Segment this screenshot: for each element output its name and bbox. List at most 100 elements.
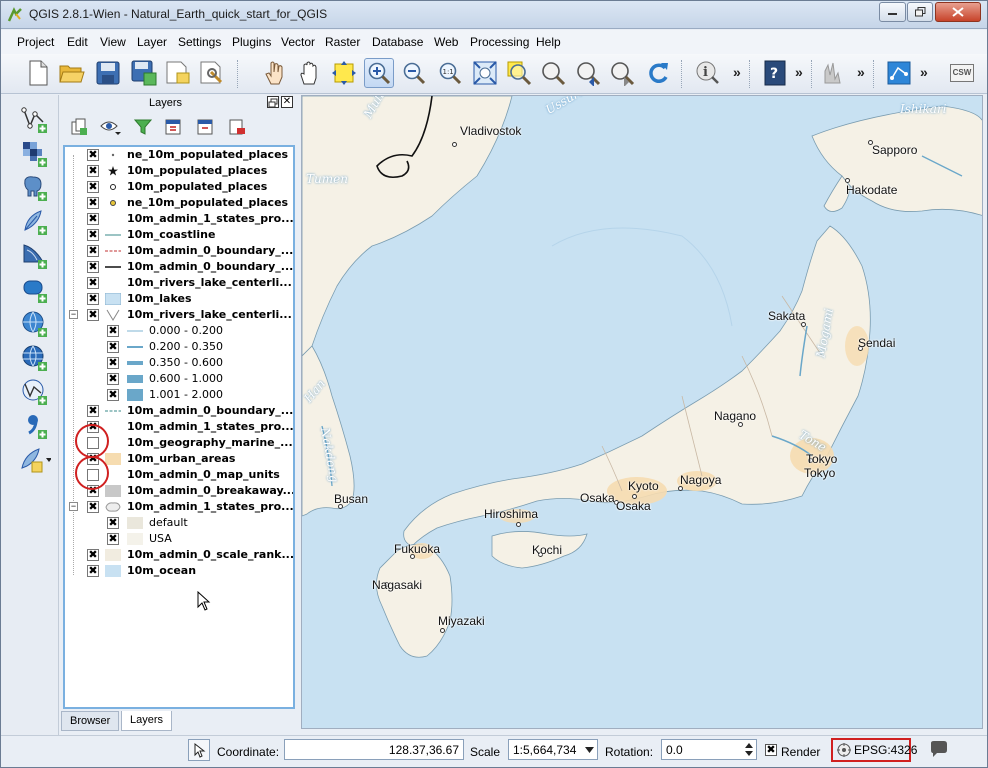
layer-row[interactable]: ✖ 10m_ocean [65, 563, 293, 579]
legend-class-row[interactable]: ✖ default [65, 515, 293, 531]
layer-visibility-checkbox[interactable]: ✖ [87, 565, 99, 577]
expand-all-button[interactable] [161, 115, 185, 139]
add-group-button[interactable] [67, 115, 91, 139]
menu-database[interactable]: Database [372, 35, 423, 49]
legend-class-row[interactable]: ✖ USA [65, 531, 293, 547]
layer-row[interactable]: ✖ ne_10m_populated_places [65, 147, 293, 163]
pan-to-selection-button[interactable] [329, 58, 359, 88]
save-as-button[interactable] [129, 58, 159, 88]
layer-row[interactable]: − ✖ 10m_rivers_lake_centerli... [65, 307, 293, 323]
class-visibility-checkbox[interactable]: ✖ [107, 533, 119, 545]
zoom-last-button[interactable] [573, 58, 603, 88]
save-project-button[interactable] [93, 58, 123, 88]
toolbar-overflow-3[interactable]: » [857, 64, 865, 80]
float-panel-button[interactable] [267, 96, 279, 108]
refresh-button[interactable] [643, 58, 673, 88]
zoom-out-button[interactable] [399, 58, 429, 88]
layer-row[interactable]: ✖ 10m_admin_0_boundary_... [65, 259, 293, 275]
menu-processing[interactable]: Processing [470, 35, 529, 49]
layer-row[interactable]: ✖ 10m_admin_0_boundary_... [65, 243, 293, 259]
toggle-extents-button[interactable] [188, 739, 210, 761]
add-vector-layer-button[interactable] [19, 105, 51, 135]
collapse-all-button[interactable] [193, 115, 217, 139]
touch-zoom-pan-button[interactable] [259, 58, 289, 88]
legend-class-row[interactable]: ✖ 0.000 - 0.200 [65, 323, 293, 339]
composer-manager-button[interactable] [197, 58, 227, 88]
menu-help[interactable]: Help [536, 35, 561, 49]
menu-plugins[interactable]: Plugins [232, 35, 271, 49]
legend-class-row[interactable]: ✖ 0.350 - 0.600 [65, 355, 293, 371]
zoom-to-selection-button[interactable] [504, 58, 534, 88]
tab-browser[interactable]: Browser [61, 711, 120, 731]
layer-row[interactable]: ✖ 10m_rivers_lake_centerli... [65, 275, 293, 291]
help-contents-button[interactable]: ? [760, 58, 790, 88]
add-wfs-layer-button[interactable] [19, 377, 51, 407]
identify-features-button[interactable]: i [693, 58, 723, 88]
layer-row[interactable]: ✖ 10m_coastline [65, 227, 293, 243]
collapse-toggle[interactable]: − [69, 502, 78, 511]
csw-button[interactable]: CSW [947, 58, 977, 88]
georeferencer-button[interactable] [884, 58, 914, 88]
zoom-native-button[interactable]: 1:1 [435, 58, 465, 88]
layer-row[interactable]: ✖ ne_10m_populated_places [65, 195, 293, 211]
zoom-to-layer-button[interactable] [538, 58, 568, 88]
zoom-in-button[interactable] [364, 58, 394, 88]
layer-row[interactable]: ✖ 10m_populated_places [65, 179, 293, 195]
layer-visibility-checkbox[interactable]: ✖ [87, 405, 99, 417]
class-visibility-checkbox[interactable]: ✖ [107, 373, 119, 385]
scale-combobox[interactable]: 1:5,664,734 [508, 739, 598, 760]
messages-button[interactable] [929, 740, 949, 760]
menu-project[interactable]: Project [17, 35, 54, 49]
toolbar-overflow-1[interactable]: » [733, 64, 741, 80]
legend-class-row[interactable]: ✖ 0.200 - 0.350 [65, 339, 293, 355]
new-print-composer-button[interactable] [163, 58, 193, 88]
maximize-button[interactable] [907, 2, 933, 22]
layer-visibility-checkbox[interactable]: ✖ [87, 229, 99, 241]
menu-settings[interactable]: Settings [178, 35, 221, 49]
tab-layers[interactable]: Layers [121, 711, 173, 731]
layer-visibility-checkbox[interactable]: ✖ [87, 149, 99, 161]
class-visibility-checkbox[interactable]: ✖ [107, 389, 119, 401]
zoom-full-button[interactable] [470, 58, 500, 88]
histogram-button[interactable] [819, 58, 849, 88]
new-shapefile-layer-button[interactable] [19, 445, 51, 475]
class-visibility-checkbox[interactable]: ✖ [107, 341, 119, 353]
class-visibility-checkbox[interactable]: ✖ [107, 325, 119, 337]
layer-row[interactable]: ✖ 10m_admin_0_scale_rank... [65, 547, 293, 563]
layer-visibility-checkbox[interactable]: ✖ [87, 165, 99, 177]
layer-row[interactable]: ✖ 10m_admin_1_states_pro... [65, 211, 293, 227]
toolbar-overflow-4[interactable]: » [920, 64, 928, 80]
menu-view[interactable]: View [100, 35, 126, 49]
layer-visibility-checkbox[interactable]: ✖ [87, 261, 99, 273]
add-delimited-text-layer-button[interactable] [19, 411, 51, 441]
render-checkbox[interactable]: ✖ [765, 744, 777, 756]
layer-visibility-checkbox[interactable]: ✖ [87, 309, 99, 321]
coordinate-field[interactable]: 128.37,36.67 [284, 739, 464, 760]
layer-visibility-checkbox[interactable]: ✖ [87, 501, 99, 513]
layer-row[interactable]: ✖ 10m_lakes [65, 291, 293, 307]
legend-class-row[interactable]: ✖ 1.001 - 2.000 [65, 387, 293, 403]
map-canvas[interactable]: Ishikari Tumen Mogami Tone Nakdong Muli … [301, 95, 983, 729]
add-postgis-layer-button[interactable] [19, 173, 51, 203]
legend-class-row[interactable]: ✖ 0.600 - 1.000 [65, 371, 293, 387]
layer-visibility-checkbox[interactable]: ✖ [87, 181, 99, 193]
layer-row[interactable]: ✖ 10m_populated_places [65, 163, 293, 179]
filter-legend-button[interactable] [131, 115, 155, 139]
menu-vector[interactable]: Vector [281, 35, 315, 49]
class-visibility-checkbox[interactable]: ✖ [107, 517, 119, 529]
menu-raster[interactable]: Raster [325, 35, 360, 49]
menu-web[interactable]: Web [434, 35, 458, 49]
layer-visibility-checkbox[interactable]: ✖ [87, 549, 99, 561]
toolbar-overflow-2[interactable]: » [795, 64, 803, 80]
minimize-button[interactable] [879, 2, 906, 22]
add-mssql-layer-button[interactable] [19, 241, 51, 271]
manage-visibility-button[interactable] [99, 115, 123, 139]
layer-visibility-checkbox[interactable]: ✖ [87, 277, 99, 289]
zoom-next-button[interactable] [607, 58, 637, 88]
add-raster-layer-button[interactable] [19, 139, 51, 169]
pan-map-button[interactable] [295, 58, 325, 88]
add-wms-layer-button[interactable] [19, 309, 51, 339]
menu-edit[interactable]: Edit [67, 35, 88, 49]
new-project-button[interactable] [23, 58, 53, 88]
remove-layer-button[interactable] [225, 115, 249, 139]
